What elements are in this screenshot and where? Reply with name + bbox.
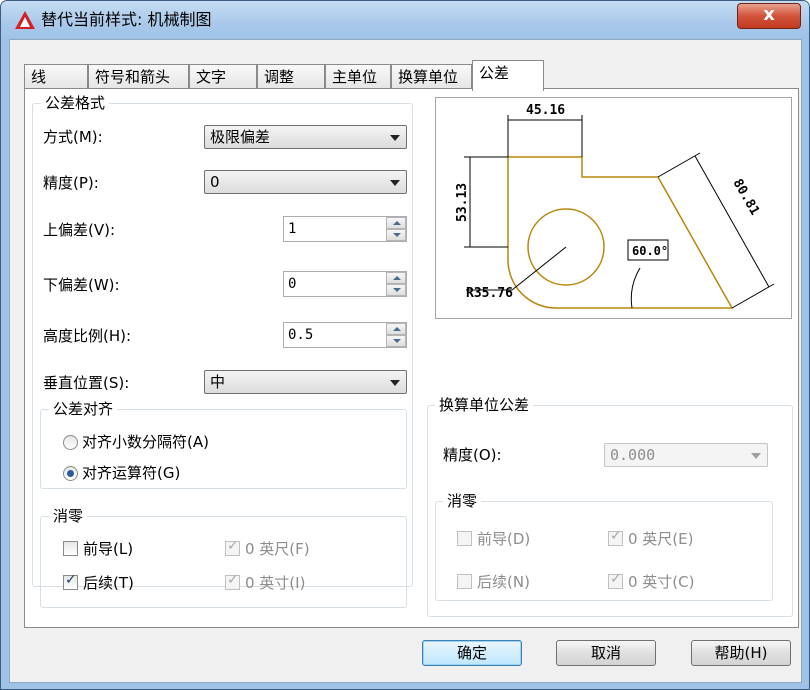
- alt-zero-inches-label: 0 英寸(C): [628, 573, 695, 591]
- cancel-button[interactable]: 取消: [556, 640, 656, 666]
- trailing-label: 后续(T): [83, 574, 134, 592]
- spin-up-icon[interactable]: [386, 272, 406, 284]
- chevron-down-icon: [390, 380, 400, 386]
- precision-select[interactable]: 0: [204, 170, 407, 194]
- precision-label: 精度(P):: [43, 174, 99, 192]
- tolerance-alignment-label: 公差对齐: [49, 400, 118, 418]
- vertical-position-label: 垂直位置(S):: [43, 374, 130, 392]
- lower-deviation-label: 下偏差(W):: [43, 276, 120, 294]
- spin-down-icon[interactable]: [386, 284, 406, 296]
- upper-deviation-label: 上偏差(V):: [43, 221, 116, 239]
- dialog-window: 替代当前样式: 机械制图 x 线 符号和箭头 文字 调整 主单位 换算单位 公差…: [0, 0, 810, 690]
- height-scale-label: 高度比例(H):: [43, 327, 132, 345]
- dimension-preview-drawing: 45.16 53.13 60.0° 80.81 R35.76: [455, 103, 775, 309]
- leading-label: 前导(L): [83, 540, 134, 558]
- alt-zero-feet-checkbox[interactable]: [608, 528, 623, 546]
- autocad-app-icon: [15, 11, 35, 29]
- spin-down-icon[interactable]: [386, 229, 406, 241]
- alt-precision-select[interactable]: 0.000: [604, 443, 768, 467]
- tab-tolerances[interactable]: 公差: [472, 60, 544, 91]
- alt-trailing-label: 后续(N): [477, 573, 530, 591]
- dialog-client: 线 符号和箭头 文字 调整 主单位 换算单位 公差 公差格式 方式(M): 极限…: [9, 39, 802, 683]
- align-decimal-label: 对齐小数分隔符(A): [82, 433, 209, 451]
- dim-angle-text: 60.0°: [632, 244, 668, 258]
- tab-fit[interactable]: 调整: [257, 64, 325, 90]
- upper-deviation-input[interactable]: 1: [283, 216, 407, 242]
- tolerance-format-label: 公差格式: [41, 94, 110, 112]
- method-label: 方式(M):: [43, 128, 103, 146]
- alt-precision-label: 精度(O):: [443, 446, 502, 464]
- dim-radius-text: R35.76: [466, 286, 513, 301]
- alt-units-tolerance-label: 换算单位公差: [435, 396, 534, 414]
- method-select[interactable]: 极限偏差: [204, 125, 407, 149]
- tab-primary-units[interactable]: 主单位: [325, 64, 391, 90]
- tab-alternate-units[interactable]: 换算单位: [391, 64, 472, 90]
- alt-zero-inches-checkbox[interactable]: [608, 571, 623, 589]
- align-decimal-radio[interactable]: [63, 435, 78, 450]
- preview-canvas: 45.16 53.13 60.0° 80.81 R35.76: [435, 97, 792, 319]
- tab-symbols-arrows[interactable]: 符号和箭头: [88, 64, 189, 90]
- align-operator-label: 对齐运算符(G): [82, 464, 181, 482]
- leading-checkbox[interactable]: [63, 541, 78, 556]
- tab-text[interactable]: 文字: [189, 64, 257, 90]
- height-scale-input[interactable]: 0.5: [283, 322, 407, 348]
- dim-top-text: 45.16: [526, 103, 565, 118]
- tab-lines[interactable]: 线: [24, 64, 88, 90]
- zero-suppression-label: 消零: [49, 507, 88, 525]
- dim-left-text: 53.13: [455, 183, 470, 222]
- alt-trailing-checkbox[interactable]: [457, 574, 472, 589]
- chevron-down-icon: [751, 453, 761, 459]
- vertical-position-select[interactable]: 中: [204, 370, 407, 394]
- alt-leading-checkbox[interactable]: [457, 531, 472, 546]
- zero-feet-label: 0 英尺(F): [245, 540, 310, 558]
- zero-inches-label: 0 英寸(I): [245, 574, 306, 592]
- ok-button[interactable]: 确定: [422, 640, 522, 666]
- part-outline: [507, 156, 734, 309]
- spin-down-icon[interactable]: [386, 335, 406, 347]
- trailing-checkbox[interactable]: [63, 572, 78, 590]
- zero-suppression-group: [40, 516, 407, 608]
- help-button[interactable]: 帮助(H): [691, 640, 791, 666]
- close-button[interactable]: x: [737, 3, 801, 29]
- chevron-down-icon: [390, 135, 400, 141]
- spin-up-icon[interactable]: [386, 323, 406, 335]
- spin-up-icon[interactable]: [386, 217, 406, 229]
- close-icon: x: [763, 4, 775, 25]
- tolerances-panel: 公差格式 方式(M): 极限偏差 精度(P): 0 上偏差(V): 1 下偏差(…: [24, 88, 799, 628]
- alt-zero-suppression-label: 消零: [443, 492, 482, 510]
- align-operator-radio[interactable]: [63, 466, 78, 481]
- zero-feet-checkbox[interactable]: [225, 538, 240, 556]
- dim-diag-text: 80.81: [730, 177, 763, 219]
- chevron-down-icon: [390, 180, 400, 186]
- title-bar[interactable]: 替代当前样式: 机械制图 x: [1, 1, 809, 39]
- alt-zero-feet-label: 0 英尺(E): [628, 530, 694, 548]
- alt-leading-label: 前导(D): [477, 530, 531, 548]
- window-title: 替代当前样式: 机械制图: [41, 10, 212, 29]
- lower-deviation-input[interactable]: 0: [283, 271, 407, 297]
- zero-inches-checkbox[interactable]: [225, 572, 240, 590]
